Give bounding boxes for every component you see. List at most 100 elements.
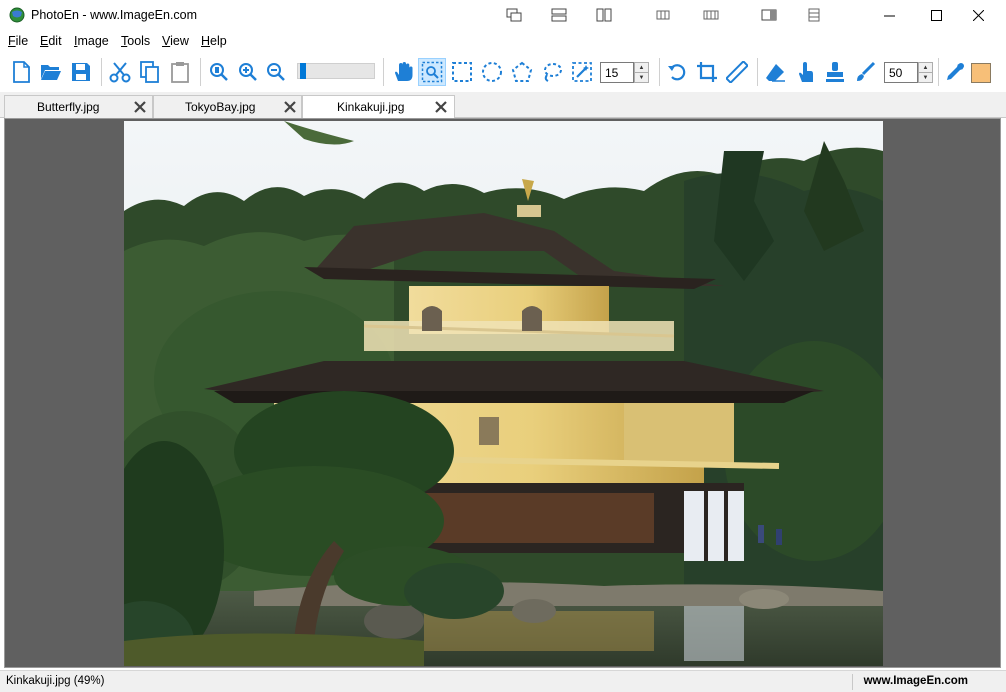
stamp-button[interactable] [821, 58, 849, 86]
paste-icon [171, 62, 189, 83]
measure-button[interactable] [723, 58, 751, 86]
menu-file-key: F [8, 34, 16, 48]
close-button[interactable] [955, 0, 1001, 31]
maximize-icon [930, 10, 942, 21]
menu-tools[interactable]: Tools [121, 34, 150, 48]
ellipse-select-button[interactable] [478, 58, 506, 86]
toolbar-separator [383, 58, 384, 86]
grid-icon[interactable] [807, 8, 821, 22]
open-button[interactable] [37, 58, 65, 86]
selection-size-input[interactable]: 15 [600, 62, 634, 83]
selection-size-value: 15 [605, 66, 619, 80]
layout-b-icon[interactable] [703, 8, 719, 22]
status-bar: Kinkakuji.jpg (49%) www.ImageEn.com [0, 670, 1006, 692]
zoom-out-icon [267, 63, 285, 81]
menu-bar: File Edit Image Tools View Help [0, 31, 1006, 51]
zoom-out-button[interactable] [262, 58, 290, 86]
minimize-button[interactable] [866, 0, 912, 31]
menu-image[interactable]: Image [74, 34, 109, 48]
scissors-icon [109, 62, 131, 83]
copy-icon [140, 61, 159, 83]
tab-tokyobay[interactable]: TokyoBay.jpg [153, 95, 302, 118]
copy-button[interactable] [136, 58, 164, 86]
panel-icon[interactable] [761, 8, 777, 22]
document-tabs: Butterfly.jpg TokyoBay.jpg Kinkakuji.jpg [0, 92, 1006, 119]
photo-canvas[interactable] [124, 121, 883, 666]
crop-button[interactable] [693, 58, 721, 86]
toolbar-separator [200, 58, 201, 86]
eraser-button[interactable] [761, 58, 789, 86]
menu-file-rest: ile [15, 34, 29, 48]
current-color-swatch[interactable] [971, 63, 991, 83]
eyedropper-icon [947, 63, 964, 80]
close-icon [972, 10, 984, 21]
lasso-select-button[interactable] [538, 58, 566, 86]
tab-label: Kinkakuji.jpg [337, 100, 405, 114]
layout-a-icon[interactable] [656, 8, 670, 22]
zoom-slider-thumb[interactable] [299, 63, 306, 79]
menu-view-rest: iew [170, 34, 189, 48]
new-button[interactable] [7, 58, 35, 86]
spin-down-icon[interactable]: ▼ [635, 73, 648, 83]
cascade-icon[interactable] [506, 8, 522, 22]
rect-select-icon [452, 62, 472, 82]
menu-edit[interactable]: Edit [40, 34, 62, 48]
window-title: PhotoEn - www.ImageEn.com [31, 8, 198, 22]
brush-size-value: 50 [889, 66, 903, 80]
tile-vertical-icon[interactable] [596, 8, 612, 22]
finger-icon [799, 62, 813, 82]
menu-view[interactable]: View [162, 34, 189, 48]
selection-size-spinner[interactable]: ▲ ▼ [634, 62, 649, 83]
menu-view-key: V [162, 34, 171, 48]
close-icon[interactable] [133, 100, 147, 114]
rotate-icon [668, 64, 686, 81]
status-website: www.ImageEn.com [863, 675, 968, 687]
zoom-fit-button[interactable] [205, 58, 233, 86]
brush-button[interactable] [851, 58, 879, 86]
eraser-icon [766, 64, 785, 82]
cut-button[interactable] [106, 58, 134, 86]
maximize-button[interactable] [913, 0, 959, 31]
image-viewer[interactable] [4, 118, 1001, 668]
polygon-select-button[interactable] [508, 58, 536, 86]
tab-butterfly[interactable]: Butterfly.jpg [4, 95, 153, 118]
spin-down-icon[interactable]: ▼ [919, 73, 932, 83]
toolbar-separator [938, 58, 939, 86]
menu-help[interactable]: Help [201, 34, 227, 48]
crop-icon [697, 62, 717, 82]
menu-help-rest: elp [210, 34, 227, 48]
paste-button[interactable] [166, 58, 194, 86]
close-icon[interactable] [434, 100, 448, 114]
save-button[interactable] [67, 58, 95, 86]
stamp-icon [826, 62, 844, 82]
zoom-slider-track[interactable] [297, 63, 375, 79]
tab-kinkakuji[interactable]: Kinkakuji.jpg [302, 95, 455, 119]
menu-help-key: H [201, 34, 211, 48]
menu-tools-rest: ools [127, 34, 151, 48]
globe-icon [9, 7, 25, 23]
color-picker-button[interactable] [941, 58, 969, 86]
minimize-icon [883, 15, 895, 17]
close-icon[interactable] [283, 100, 297, 114]
rect-select-button[interactable] [448, 58, 476, 86]
toolbar [0, 52, 1006, 92]
spin-up-icon[interactable]: ▲ [635, 63, 648, 73]
hand-icon [395, 62, 413, 81]
tile-horizontal-icon[interactable] [551, 8, 567, 22]
zoom-select-tool-button[interactable] [418, 58, 446, 86]
brush-icon [857, 61, 876, 81]
title-bar: PhotoEn - www.ImageEn.com [0, 0, 1006, 31]
zoom-fit-icon [210, 63, 228, 81]
menu-image-rest: mage [77, 34, 109, 48]
brush-size-spinner[interactable]: ▲ ▼ [918, 62, 933, 83]
zoom-in-button[interactable] [234, 58, 262, 86]
rotate-button[interactable] [663, 58, 691, 86]
menu-file[interactable]: File [8, 34, 28, 48]
magic-wand-button[interactable] [568, 58, 596, 86]
hand-tool-button[interactable] [389, 58, 417, 86]
spin-up-icon[interactable]: ▲ [919, 63, 932, 73]
smudge-button[interactable] [791, 58, 819, 86]
polygon-select-icon [511, 61, 533, 82]
tab-label: TokyoBay.jpg [185, 100, 256, 114]
brush-size-input[interactable]: 50 [884, 62, 918, 83]
